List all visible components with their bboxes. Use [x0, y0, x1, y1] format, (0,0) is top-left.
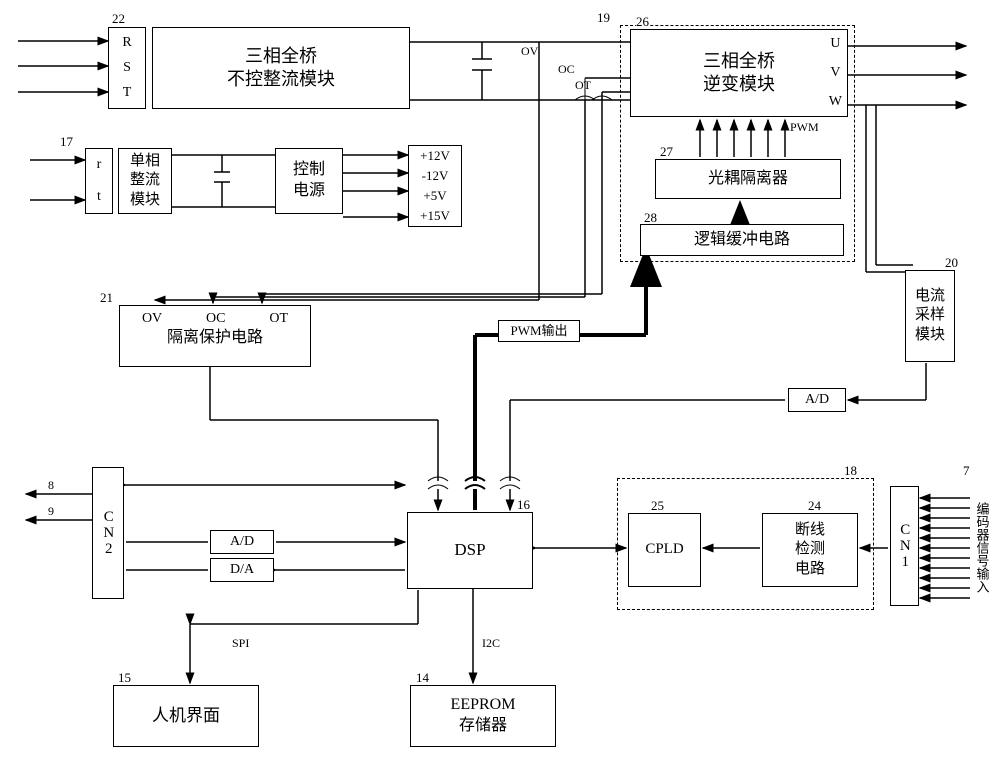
pin-s: S [123, 59, 131, 77]
oc-label: OC [558, 62, 575, 77]
rt-pin-block: rt [85, 148, 113, 214]
label-20: 20 [945, 255, 958, 271]
isolation-protect: OVOCOT 隔离保护电路 [119, 305, 311, 367]
disconnect-detect: 断线 检测 电路 [762, 513, 858, 587]
inverter-module: UVW 三相全桥 逆变模块 [630, 29, 848, 117]
pin-r: R [122, 34, 131, 52]
rst-pin-block: R S T [108, 27, 146, 109]
da-converter: D/A [210, 558, 274, 582]
label-27: 27 [660, 144, 673, 160]
cn2-connector: CN2 [92, 467, 124, 599]
label-21: 21 [100, 290, 113, 306]
rectifier-module: 三相全桥 不控整流模块 [152, 27, 410, 109]
cn1-connector: CN1 [890, 486, 919, 606]
current-sampling: 电流 采样 模块 [905, 270, 955, 362]
label-19: 19 [597, 10, 610, 26]
eeprom-block: EEPROM 存储器 [410, 685, 556, 747]
logic-buffer: 逻辑缓冲电路 [640, 224, 844, 256]
label-25: 25 [651, 498, 664, 514]
encoder-signal-label: 编码器信号输入 [970, 480, 992, 614]
label-18: 18 [844, 463, 857, 479]
ov-label: OV [521, 44, 538, 59]
voltage-outputs: +12V -12V +5V +15V [408, 145, 462, 227]
label-15: 15 [118, 670, 131, 686]
i2c-label: I2C [482, 636, 500, 651]
ot-label: OT [575, 78, 591, 93]
spi-label: SPI [232, 636, 249, 651]
line-9: 9 [48, 504, 54, 519]
ad-converter-1: A/D [788, 388, 846, 412]
control-power: 控制 电源 [275, 148, 343, 214]
pwm-label: PWM [790, 120, 819, 135]
label-22: 22 [112, 11, 125, 27]
dsp-block: DSP [407, 512, 533, 589]
label-17: 17 [60, 134, 73, 150]
single-phase-rect: 单相 整流 模块 [118, 148, 172, 214]
line-8: 8 [48, 478, 54, 493]
cpld-block: CPLD [628, 513, 701, 587]
label-24: 24 [808, 498, 821, 514]
label-16: 16 [517, 497, 530, 513]
pwm-output-label: PWM输出 [498, 320, 580, 342]
label-14: 14 [416, 670, 429, 686]
label-26: 26 [636, 14, 649, 30]
hmi-block: 人机界面 [113, 685, 259, 747]
optocoupler: 光耦隔离器 [655, 159, 841, 199]
label-7: 7 [963, 463, 970, 479]
ad-converter-2: A/D [210, 530, 274, 554]
pin-t: T [123, 84, 132, 102]
